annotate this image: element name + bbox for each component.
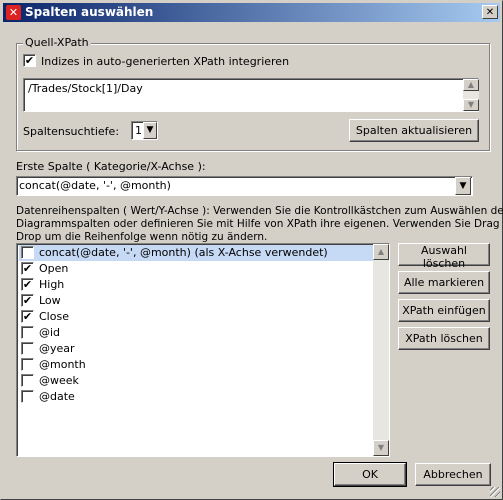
list-item-label: High — [39, 278, 65, 291]
refresh-columns-button[interactable]: Spalten aktualisieren — [349, 119, 479, 142]
list-item-checkbox[interactable]: ✔ — [21, 310, 34, 323]
scroll-up-icon[interactable]: ▲ — [463, 79, 479, 91]
close-button[interactable]: ✕ — [482, 5, 498, 19]
list-item[interactable]: concat(@date, '-', @month) (als X-Achse … — [19, 245, 373, 261]
title-bar[interactable]: ✕ Spalten auswählen ✕ — [3, 3, 500, 22]
depth-value: 1 — [135, 124, 142, 137]
xpath-scrollbar[interactable]: ▲ ▼ — [463, 79, 479, 111]
list-item-label: @year — [39, 342, 75, 355]
list-item-checkbox[interactable]: ✔ — [21, 278, 34, 291]
cancel-button[interactable]: Abbrechen — [415, 463, 491, 486]
scroll-down-icon[interactable]: ▼ — [463, 99, 479, 111]
list-item-checkbox[interactable] — [21, 326, 34, 339]
app-logo-icon: ✕ — [6, 5, 21, 20]
list-item-checkbox[interactable]: ✔ — [21, 262, 34, 275]
list-item[interactable]: @year — [19, 341, 373, 357]
list-item[interactable]: @month — [19, 357, 373, 373]
integrate-indices-label[interactable]: Indizes in auto-generierten XPath integr… — [41, 55, 289, 68]
first-column-value: concat(@date, '-', @month) — [19, 179, 171, 192]
series-list-scrollbar[interactable]: ▲ ▼ — [373, 244, 389, 456]
list-item-label: Close — [39, 310, 69, 323]
list-item-checkbox[interactable] — [21, 342, 34, 355]
dialog-window: ✕ Spalten auswählen ✕ Quell-XPath ✔ Indi… — [0, 0, 503, 500]
first-column-select[interactable]: concat(@date, '-', @month) ▼ — [16, 176, 473, 196]
list-item-label: @date — [39, 390, 75, 403]
list-item-label: Open — [39, 262, 69, 275]
window-title: Spalten auswählen — [25, 5, 154, 19]
depth-select[interactable]: 1 ▼ — [131, 121, 158, 140]
list-item[interactable]: @id — [19, 325, 373, 341]
series-description-line-2: Diagrammspalten oder definieren Sie mit … — [16, 218, 503, 230]
scroll-down-icon[interactable]: ▼ — [373, 440, 389, 456]
xpath-textarea[interactable]: /Trades/Stock[1]/Day ▲ ▼ — [23, 78, 479, 112]
delete-xpath-button[interactable]: XPath löschen — [398, 327, 490, 350]
list-item-label: Low — [39, 294, 61, 307]
integrate-indices-checkbox[interactable]: ✔ — [23, 54, 36, 67]
list-item-label: @week — [39, 374, 79, 387]
list-item[interactable]: @date — [19, 389, 373, 405]
insert-xpath-button[interactable]: XPath einfügen — [398, 299, 490, 322]
list-item-label: @month — [39, 358, 86, 371]
series-description-line-1: Datenreihenspalten ( Wert/Y-Achse ): Ver… — [16, 205, 503, 217]
series-description-line-3: Drop um die Reihenfolge wenn nötig zu än… — [16, 231, 268, 243]
list-item-checkbox[interactable] — [21, 246, 34, 259]
source-xpath-legend: Quell-XPath — [23, 36, 91, 49]
list-item-checkbox[interactable] — [21, 374, 34, 387]
list-item[interactable]: ✔ Low — [19, 293, 373, 309]
list-item-label: @id — [39, 326, 61, 339]
first-column-label: Erste Spalte ( Kategorie/X-Achse ): — [16, 160, 206, 173]
depth-label: Spaltensuchtiefe: — [23, 125, 120, 138]
list-item-checkbox[interactable] — [21, 390, 34, 403]
xpath-value: /Trades/Stock[1]/Day — [28, 82, 143, 95]
resize-grip-icon[interactable] — [490, 487, 500, 497]
ok-button[interactable]: OK — [333, 462, 407, 487]
clear-selection-button[interactable]: Auswahl löschen — [398, 243, 490, 270]
series-list[interactable]: concat(@date, '-', @month) (als X-Achse … — [16, 243, 390, 457]
chevron-down-icon[interactable]: ▼ — [455, 177, 471, 195]
list-item[interactable]: ✔ Close — [19, 309, 373, 325]
list-item[interactable]: @week — [19, 373, 373, 389]
scroll-up-icon[interactable]: ▲ — [373, 244, 389, 260]
list-item[interactable]: ✔ High — [19, 277, 373, 293]
list-item-checkbox[interactable] — [21, 358, 34, 371]
select-all-button[interactable]: Alle markieren — [398, 271, 490, 294]
list-item-checkbox[interactable]: ✔ — [21, 294, 34, 307]
list-item-label: concat(@date, '-', @month) (als X-Achse … — [39, 246, 328, 259]
list-item[interactable]: ✔ Open — [19, 261, 373, 277]
chevron-down-icon[interactable]: ▼ — [143, 122, 157, 139]
